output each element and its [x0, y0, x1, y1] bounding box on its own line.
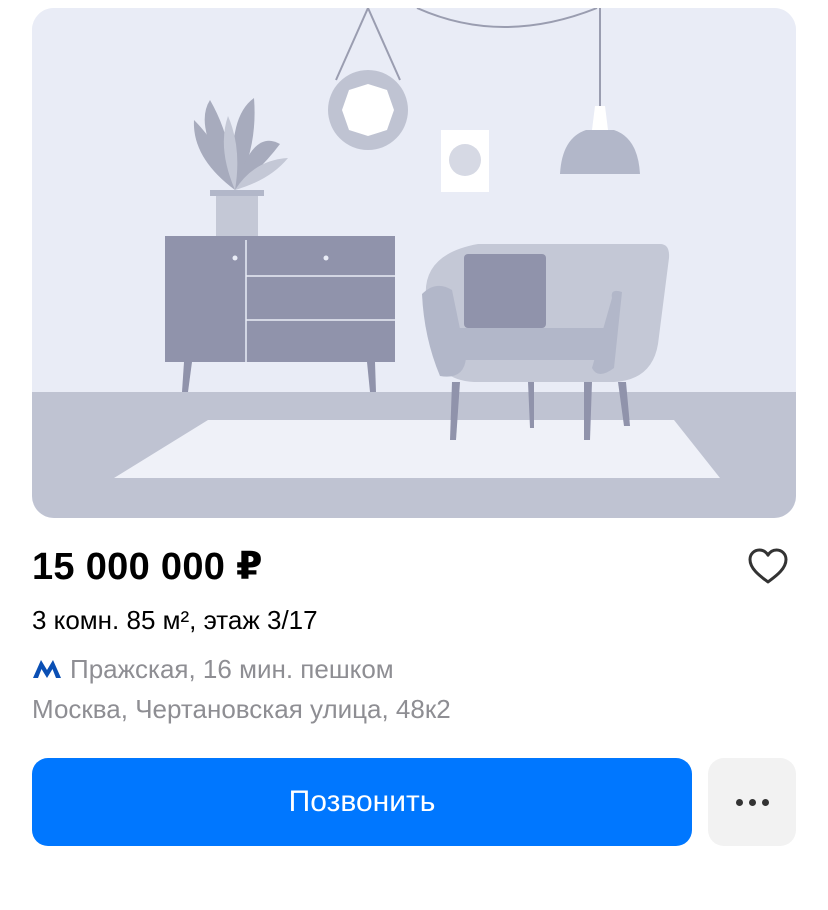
ellipsis-icon: [748, 798, 756, 806]
metro-station-text: Пражская, 16 мин. пешком: [70, 653, 394, 684]
listing-summary: 3 комн. 85 м², этаж 3/17: [32, 605, 318, 635]
heart-outline-icon: [748, 548, 788, 584]
listing-address: Москва, Чертановская улица, 48к2: [32, 694, 451, 724]
ellipsis-icon: [761, 798, 769, 806]
listing-photo-placeholder[interactable]: [32, 8, 796, 518]
moscow-metro-m-icon: [33, 660, 61, 678]
favorite-button[interactable]: [744, 542, 792, 590]
listing-price: 15 000 000 ₽: [32, 546, 263, 588]
metro-station-info[interactable]: Пражская, 16 мин. пешком: [32, 652, 394, 686]
more-options-button[interactable]: [708, 758, 796, 846]
room-illustration: [32, 8, 796, 518]
ellipsis-icon: [735, 798, 743, 806]
call-button[interactable]: Позвонить: [32, 758, 692, 846]
